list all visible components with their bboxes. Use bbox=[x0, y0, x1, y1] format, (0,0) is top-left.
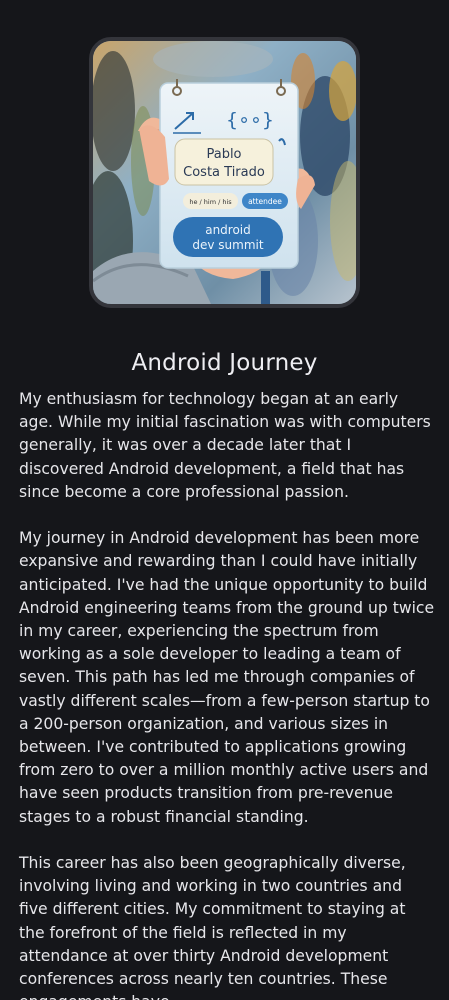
badge-role: attendee bbox=[248, 197, 282, 206]
hero-image: {∘∘} Pablo Costa Tirado he / him / his a… bbox=[89, 37, 360, 308]
conference-badge-illustration: {∘∘} Pablo Costa Tirado he / him / his a… bbox=[93, 41, 356, 304]
badge-name-last: Costa Tirado bbox=[183, 165, 265, 180]
article-body: My enthusiasm for technology began at an… bbox=[19, 388, 435, 1000]
paragraph: This career has also been geographically… bbox=[19, 854, 406, 1000]
paragraph: My journey in Android development has be… bbox=[19, 529, 435, 826]
badge-event-line2: dev summit bbox=[192, 238, 263, 252]
code-glyph: {∘∘} bbox=[226, 109, 274, 131]
paragraph: My enthusiasm for technology began at an… bbox=[19, 390, 431, 501]
badge-event-line1: android bbox=[205, 223, 251, 237]
page-title: Android Journey bbox=[131, 350, 318, 376]
badge-pronouns: he / him / his bbox=[189, 198, 232, 206]
badge-name-first: Pablo bbox=[206, 147, 241, 162]
